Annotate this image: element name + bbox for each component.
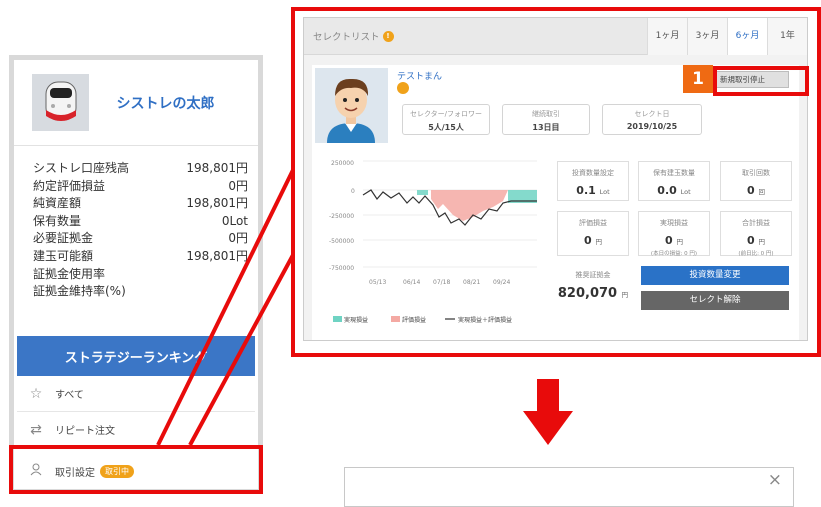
arrow-down-icon [523,379,573,445]
callout-lines [156,169,295,446]
dialog: × [344,467,794,507]
close-icon[interactable]: × [768,470,782,490]
